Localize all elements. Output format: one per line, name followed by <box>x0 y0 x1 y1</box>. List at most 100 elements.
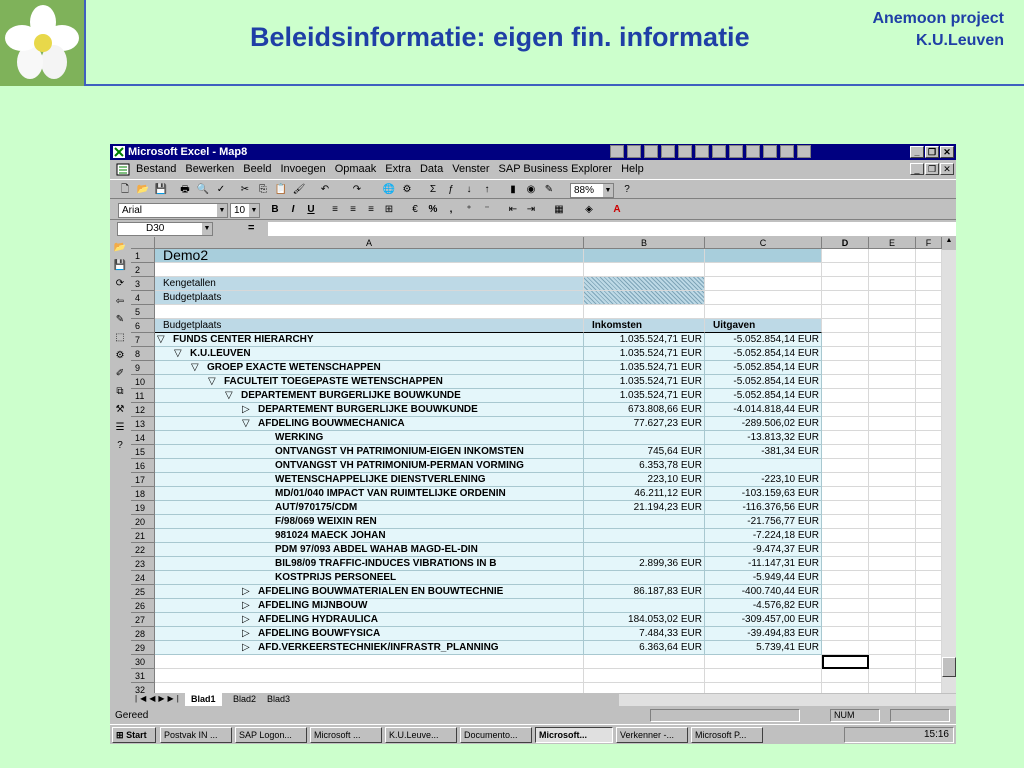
collapsed-node-icon[interactable]: ▷ <box>242 627 258 640</box>
print-icon[interactable]: 🖶 <box>178 183 192 197</box>
layout-icon[interactable]: ⧉ <box>112 384 128 400</box>
cell-f[interactable] <box>916 389 942 403</box>
quick-icon[interactable] <box>678 145 692 158</box>
expanded-node-icon[interactable]: ▽ <box>242 417 258 430</box>
cell-e[interactable] <box>869 473 916 487</box>
row-header[interactable]: 28 <box>131 627 155 641</box>
restore-button[interactable]: ❐ <box>925 146 939 158</box>
fill-color-icon[interactable]: ◈ <box>582 203 596 217</box>
task-documento[interactable]: Documento... <box>460 727 532 743</box>
cell-d[interactable] <box>822 431 869 445</box>
zoom-select[interactable]: 88% ▼ <box>570 183 614 198</box>
quick-icon[interactable] <box>746 145 760 158</box>
task-microsoft-excel[interactable]: Microsoft... <box>535 727 613 743</box>
italic-icon[interactable]: I <box>286 203 300 217</box>
scroll-up-icon[interactable]: ▲ <box>942 237 956 250</box>
task-verkenner[interactable]: Verkenner -... <box>616 727 688 743</box>
goto-icon[interactable]: ⬚ <box>112 330 128 346</box>
increase-indent-icon[interactable]: ⇥ <box>524 203 538 217</box>
cell-d[interactable] <box>822 613 869 627</box>
quick-icon[interactable] <box>797 145 811 158</box>
open-workbook-icon[interactable]: 📂 <box>112 240 128 256</box>
cell-b[interactable]: 184.053,02 EUR <box>584 613 705 627</box>
cell-e[interactable] <box>869 305 916 319</box>
cell-f[interactable] <box>916 571 942 585</box>
cell-c[interactable]: -9.474,37 EUR <box>705 543 822 557</box>
row-header[interactable]: 30 <box>131 655 155 669</box>
cell-e[interactable] <box>869 417 916 431</box>
cell-a[interactable] <box>155 263 584 277</box>
cell-b[interactable]: 6.353,78 EUR <box>584 459 705 473</box>
cell-f[interactable] <box>916 403 942 417</box>
menu-data[interactable]: Data <box>420 161 443 178</box>
cell-d[interactable] <box>822 277 869 291</box>
cell-f[interactable] <box>916 263 942 277</box>
hyperlink-icon[interactable]: 🌐 <box>382 183 396 197</box>
cell-e[interactable] <box>869 571 916 585</box>
cell-b[interactable]: 2.899,36 EUR <box>584 557 705 571</box>
cell-a[interactable]: ▷ AFDELING BOUWFYSICA <box>155 627 584 641</box>
help-icon[interactable]: ? <box>112 438 128 454</box>
formula-input[interactable] <box>268 222 956 236</box>
cell-d[interactable] <box>822 305 869 319</box>
cell-b[interactable]: Inkomsten <box>584 319 705 333</box>
cell-b[interactable] <box>584 515 705 529</box>
menu-help[interactable]: Help <box>621 161 644 178</box>
cell-e[interactable] <box>869 403 916 417</box>
font-select[interactable]: Arial ▼ <box>118 203 228 218</box>
cell-e[interactable] <box>869 543 916 557</box>
cell-e[interactable] <box>869 431 916 445</box>
cell-f[interactable] <box>916 305 942 319</box>
row-header[interactable]: 4 <box>131 291 155 305</box>
row-header[interactable]: 10 <box>131 375 155 389</box>
row-header[interactable]: 25 <box>131 585 155 599</box>
cell-a[interactable]: ▷ AFDELING MIJNBOUW <box>155 599 584 613</box>
decrease-decimal-icon[interactable]: ⁻ <box>480 203 494 217</box>
cell-e[interactable] <box>869 389 916 403</box>
cell-d[interactable] <box>822 319 869 333</box>
row-header[interactable]: 22 <box>131 543 155 557</box>
cell-c[interactable]: 5.739,41 EUR <box>705 641 822 655</box>
map-icon[interactable]: ◉ <box>524 183 538 197</box>
menu-opmaak[interactable]: Opmaak <box>335 161 377 178</box>
cell-c[interactable]: -103.159,63 EUR <box>705 487 822 501</box>
cell-d[interactable] <box>822 627 869 641</box>
refresh-icon[interactable]: ⟳ <box>112 276 128 292</box>
cell-a[interactable]: ONTVANGST VH PATRIMONIUM-EIGEN INKOMSTEN <box>155 445 584 459</box>
cell-f[interactable] <box>916 347 942 361</box>
doc-close-button[interactable]: ✕ <box>940 163 954 175</box>
cell-d[interactable] <box>822 529 869 543</box>
cell-c[interactable]: -5.949,44 EUR <box>705 571 822 585</box>
save-icon[interactable]: 💾 <box>154 183 168 197</box>
cell-c[interactable]: -400.740,44 EUR <box>705 585 822 599</box>
task-postvak[interactable]: Postvak IN ... <box>160 727 232 743</box>
cell-d[interactable] <box>822 459 869 473</box>
cut-icon[interactable]: ✂ <box>238 183 252 197</box>
task-kuleuven[interactable]: K.U.Leuve... <box>385 727 457 743</box>
cell-a[interactable] <box>155 655 584 669</box>
align-right-icon[interactable]: ≡ <box>364 203 378 217</box>
cell-b[interactable]: 1.035.524,71 EUR <box>584 389 705 403</box>
cell-a[interactable]: MD/01/040 IMPACT VAN RUIMTELIJKE ORDENIN <box>155 487 584 501</box>
cell-e[interactable] <box>869 515 916 529</box>
expanded-node-icon[interactable]: ▽ <box>208 375 224 388</box>
cell-e[interactable] <box>869 613 916 627</box>
paste-icon[interactable]: 📋 <box>274 183 288 197</box>
row-header[interactable]: 15 <box>131 445 155 459</box>
cell-b[interactable] <box>584 571 705 585</box>
cell-b[interactable]: 1.035.524,71 EUR <box>584 361 705 375</box>
cell-e[interactable] <box>869 347 916 361</box>
tab-blad3[interactable]: Blad3 <box>261 693 297 706</box>
olap-functions-icon[interactable]: ⚙ <box>112 348 128 364</box>
cell-a[interactable]: Demo2 <box>155 249 584 263</box>
quick-icon[interactable] <box>661 145 675 158</box>
cell-f[interactable] <box>916 585 942 599</box>
cell-c[interactable]: -13.813,32 EUR <box>705 431 822 445</box>
cell-e[interactable] <box>869 585 916 599</box>
function-icon[interactable]: ƒ <box>444 183 458 197</box>
chevron-down-icon[interactable]: ▼ <box>202 223 212 235</box>
cell-b[interactable]: 7.484,33 EUR <box>584 627 705 641</box>
font-color-icon[interactable]: A <box>610 203 624 217</box>
cell-b[interactable]: 1.035.524,71 EUR <box>584 347 705 361</box>
cell-e[interactable] <box>869 669 916 683</box>
